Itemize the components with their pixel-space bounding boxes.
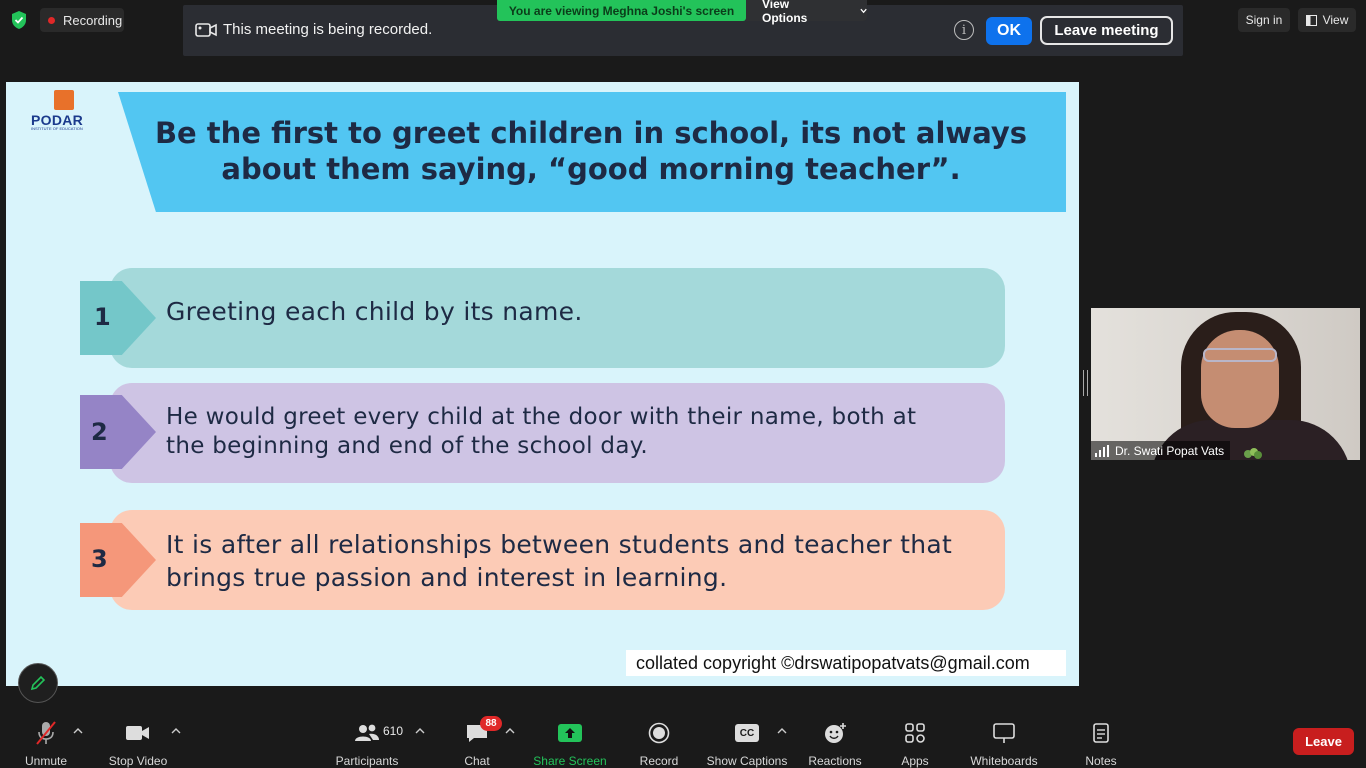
show-captions-button[interactable]: CC Show Captions (706, 710, 788, 768)
participants-button[interactable]: Participants (334, 710, 400, 768)
chat-label: Chat (464, 754, 490, 768)
participants-count: 610 (383, 724, 404, 738)
chat-unread-badge: 88 (480, 716, 502, 731)
list-item-text: Greeting each child by its name. (166, 297, 583, 326)
copyright-text: collated copyright ©drswatipopatvats@gma… (626, 650, 1066, 676)
reactions-button[interactable]: Reactions (806, 710, 864, 768)
recording-dot-icon (48, 16, 55, 24)
view-label: View (1322, 13, 1349, 27)
pencil-icon (30, 675, 46, 691)
video-options-caret-icon[interactable] (171, 727, 181, 735)
record-icon (645, 720, 673, 746)
leave-button[interactable]: Leave (1293, 728, 1354, 755)
list-item-text: He would greet every child at the door w… (166, 404, 917, 459)
notes-label: Notes (1085, 754, 1117, 768)
unmute-button[interactable]: Unmute (18, 710, 74, 768)
slide-title: Be the first to greet children in school… (154, 116, 1028, 186)
recording-label: Recording (63, 12, 123, 28)
list-item-number: 2 (91, 418, 108, 446)
panel-resize-handle[interactable] (1083, 370, 1088, 396)
info-icon[interactable]: i (954, 20, 974, 40)
notes-button[interactable]: Notes (1080, 710, 1122, 768)
notes-icon (1087, 720, 1115, 746)
participant-video-tile[interactable]: Dr. Swati Popat Vats (1091, 308, 1360, 460)
participants-options-caret-icon[interactable] (415, 727, 425, 735)
view-button[interactable]: View (1298, 8, 1356, 32)
list-item-text: It is after all relationships between st… (166, 530, 953, 592)
security-shield-icon[interactable] (10, 10, 28, 30)
recording-notice-text: This meeting is being recorded. (223, 21, 433, 38)
recording-camera-icon (195, 23, 217, 37)
whiteboards-button[interactable]: Whiteboards (966, 710, 1042, 768)
stop-video-label: Stop Video (108, 754, 168, 768)
share-screen-button[interactable]: Share Screen (533, 710, 607, 768)
show-captions-label: Show Captions (706, 754, 788, 768)
view-layout-icon (1305, 14, 1317, 26)
sign-in-button[interactable]: Sign in (1238, 8, 1290, 32)
list-item-number: 3 (91, 545, 108, 573)
podar-emblem-icon (54, 90, 74, 110)
captions-icon: CC (733, 720, 761, 746)
video-person-face (1201, 330, 1279, 428)
signal-strength-icon (1095, 444, 1109, 457)
video-person-glasses (1203, 348, 1277, 362)
list-item-number: 1 (94, 303, 111, 331)
participants-label: Participants (335, 754, 399, 768)
apps-label: Apps (901, 754, 929, 768)
participants-icon (353, 720, 381, 746)
share-screen-label: Share Screen (533, 754, 607, 768)
participant-name: Dr. Swati Popat Vats (1115, 443, 1225, 458)
shared-screen: PODAR INSTITUTE OF EDUCATION Be the firs… (6, 82, 1079, 686)
apps-icon (901, 720, 929, 746)
chat-options-caret-icon[interactable] (505, 727, 515, 735)
meeting-toolbar (0, 710, 1366, 768)
apps-button[interactable]: Apps (894, 710, 936, 768)
recording-indicator[interactable]: Recording (40, 8, 124, 32)
leave-meeting-button[interactable]: Leave meeting (1040, 16, 1173, 45)
unmute-label: Unmute (24, 754, 68, 768)
viewing-screen-indicator: You are viewing Meghna Joshi's screen (497, 0, 746, 21)
audio-options-caret-icon[interactable] (73, 727, 83, 735)
record-button[interactable]: Record (635, 710, 683, 768)
chevron-down-icon (860, 8, 867, 13)
whiteboards-label: Whiteboards (970, 754, 1038, 768)
view-options-label: View Options (762, 0, 808, 25)
podar-logo: PODAR INSTITUTE OF EDUCATION (26, 90, 106, 132)
microphone-muted-icon (32, 720, 60, 746)
share-screen-icon (556, 720, 584, 746)
view-options-button[interactable]: View Options (746, 0, 867, 25)
logo-subtitle: INSTITUTE OF EDUCATION (31, 126, 83, 131)
reactions-label: Reactions (808, 754, 862, 768)
record-label: Record (639, 754, 679, 768)
reactions-smiley-icon (821, 720, 849, 746)
stop-video-button[interactable]: Stop Video (103, 710, 173, 768)
captions-glyph: CC (735, 724, 759, 742)
video-camera-icon (124, 720, 152, 746)
ok-button[interactable]: OK (986, 17, 1032, 45)
reaction-emoji-icon (1244, 448, 1262, 459)
annotate-button[interactable] (18, 663, 58, 703)
captions-options-caret-icon[interactable] (777, 727, 787, 735)
whiteboard-icon (990, 720, 1018, 746)
participant-name-tag: Dr. Swati Popat Vats (1091, 441, 1231, 460)
